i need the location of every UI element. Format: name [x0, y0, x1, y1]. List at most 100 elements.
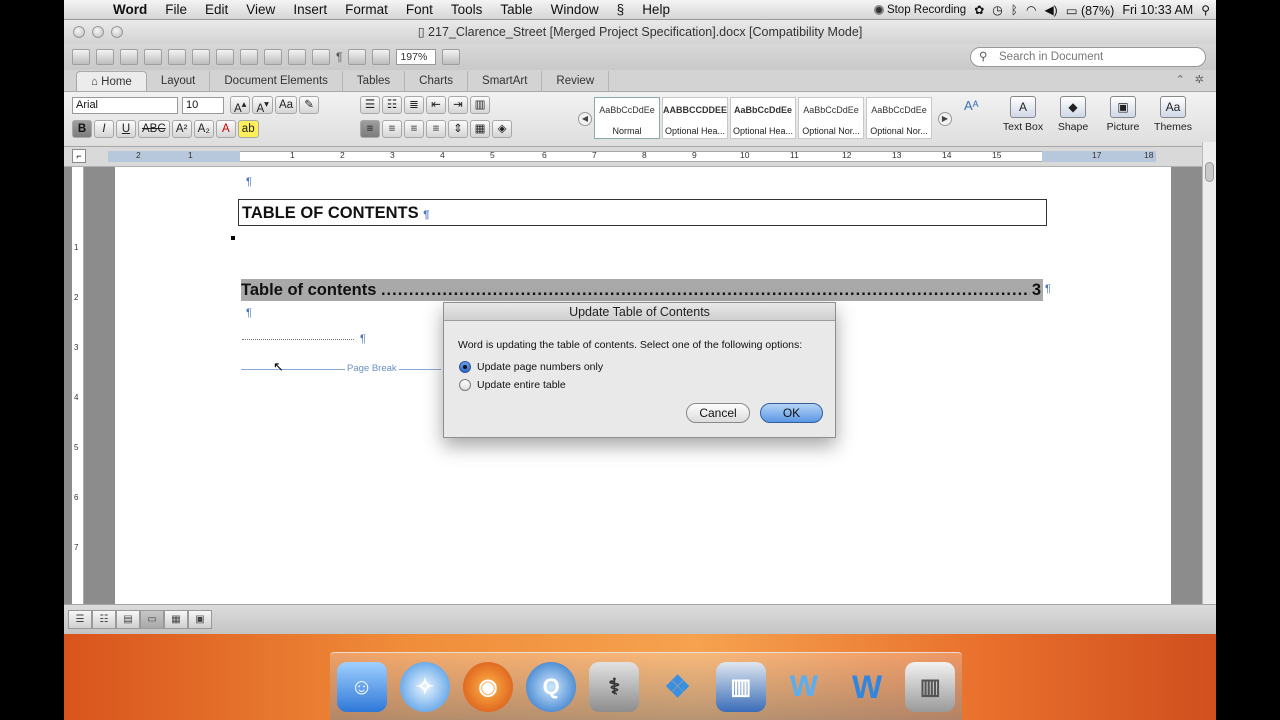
style-optional-normal-1[interactable]: AaBbCcDdEe Optional Nor...: [798, 97, 864, 139]
strikethrough-button[interactable]: ABC: [138, 120, 170, 138]
safari-icon[interactable]: ✧: [399, 662, 450, 712]
styles-next-button[interactable]: ▶: [938, 112, 952, 126]
print-layout-view-button[interactable]: ▭: [140, 610, 164, 629]
firefox-icon[interactable]: ◉: [462, 662, 513, 712]
grow-font-button[interactable]: A▴: [230, 96, 251, 115]
tab-tables[interactable]: Tables: [343, 71, 406, 91]
minimize-button[interactable]: [92, 26, 104, 38]
clear-formatting-button[interactable]: ✎: [299, 96, 320, 114]
radio-unselected[interactable]: [459, 379, 471, 391]
option-update-page-numbers[interactable]: Update page numbers only: [459, 361, 603, 373]
borders-button[interactable]: ▦: [470, 120, 490, 138]
print-icon[interactable]: [168, 49, 186, 65]
tab-smartart[interactable]: SmartArt: [468, 71, 543, 91]
scrollbar-thumb[interactable]: [1205, 162, 1214, 182]
sidebar-icon[interactable]: [348, 49, 367, 65]
wifi-icon[interactable]: ◠: [1026, 3, 1036, 17]
styles-prev-button[interactable]: ◀: [578, 112, 592, 126]
font-color-button[interactable]: A: [215, 120, 236, 138]
horizontal-ruler[interactable]: ⌐ 2 1 1 2 3 4 5 6 7 8 9 10 11 12 13 14 1…: [64, 147, 1216, 167]
format-painter-icon[interactable]: [264, 49, 282, 65]
save-icon[interactable]: [144, 49, 162, 65]
style-normal[interactable]: AaBbCcDdEe Normal: [594, 97, 660, 139]
search-input[interactable]: ⚲ Search in Document: [970, 47, 1206, 67]
toc-entry[interactable]: Table of contents ......................…: [241, 279, 1043, 301]
ok-button[interactable]: OK: [760, 403, 823, 423]
disk-utility-icon[interactable]: ⚕: [589, 662, 640, 712]
menu-view[interactable]: View: [237, 2, 284, 17]
collapse-ribbon-icon[interactable]: ⌃: [1176, 73, 1185, 86]
style-optional-heading-1[interactable]: AABBCCDDEE Optional Hea...: [662, 97, 728, 139]
align-center-button[interactable]: ≡: [382, 120, 402, 138]
menu-extra-icon[interactable]: ✿: [974, 3, 984, 17]
time-machine-icon[interactable]: ◷: [992, 3, 1002, 17]
text-styles-icon[interactable]: Aᴬ: [964, 98, 979, 113]
picture-button[interactable]: ▣ Picture: [1100, 96, 1146, 133]
tab-selector-icon[interactable]: ⌐: [72, 149, 86, 163]
quicktime-icon[interactable]: Q: [526, 662, 577, 712]
increase-indent-button[interactable]: ⇥: [448, 96, 468, 114]
menu-insert[interactable]: Insert: [284, 2, 336, 17]
option-update-entire-table[interactable]: Update entire table: [459, 379, 566, 391]
italic-button[interactable]: I: [94, 120, 114, 138]
menu-table[interactable]: Table: [491, 2, 541, 17]
help-icon[interactable]: [442, 49, 461, 65]
highlight-button[interactable]: ab: [237, 120, 259, 138]
battery-status[interactable]: ▭ (87%): [1066, 3, 1115, 18]
style-optional-heading-2[interactable]: AaBbCcDdEe Optional Hea...: [730, 97, 796, 139]
shading-button[interactable]: ◈: [492, 120, 512, 138]
font-name-select[interactable]: Arial: [72, 97, 178, 114]
radio-selected[interactable]: [459, 361, 471, 373]
justify-button[interactable]: ≡: [426, 120, 446, 138]
font-size-select[interactable]: 10: [182, 97, 224, 114]
dropbox-icon[interactable]: ❖: [653, 662, 703, 712]
word-icon[interactable]: W: [842, 662, 892, 712]
cut-icon[interactable]: [192, 49, 210, 65]
zoom-field[interactable]: 197%: [396, 49, 437, 65]
style-optional-normal-2[interactable]: AaBbCcDdEe Optional Nor...: [866, 97, 932, 139]
spotlight-icon[interactable]: ⚲: [1201, 3, 1210, 17]
menu-file[interactable]: File: [156, 2, 196, 17]
vertical-scrollbar[interactable]: [1202, 142, 1216, 634]
menu-tools[interactable]: Tools: [442, 2, 492, 17]
columns-button[interactable]: ▥: [470, 96, 490, 114]
tab-charts[interactable]: Charts: [405, 71, 469, 91]
toaster-icon[interactable]: ▥: [715, 662, 766, 712]
draft-view-button[interactable]: ☰: [68, 610, 92, 629]
tab-home[interactable]: ⌂ Home: [76, 71, 147, 91]
align-right-button[interactable]: ≡: [404, 120, 424, 138]
tab-layout[interactable]: Layout: [147, 71, 211, 91]
clock[interactable]: Fri 10:33 AM: [1122, 3, 1193, 17]
menu-format[interactable]: Format: [336, 2, 397, 17]
publishing-view-button[interactable]: ▤: [116, 610, 140, 629]
tab-review[interactable]: Review: [542, 71, 610, 91]
shape-button[interactable]: ◆ Shape: [1050, 96, 1096, 133]
underline-button[interactable]: U: [116, 120, 136, 138]
cancel-button[interactable]: Cancel: [686, 403, 750, 423]
open-icon[interactable]: [120, 49, 138, 65]
themes-button[interactable]: Aa Themes: [1150, 96, 1196, 133]
change-case-button[interactable]: Aa: [274, 96, 298, 114]
full-screen-view-button[interactable]: ▣: [188, 610, 212, 629]
redo-icon[interactable]: [312, 49, 330, 65]
menu-edit[interactable]: Edit: [196, 2, 237, 17]
copy-icon[interactable]: [216, 49, 234, 65]
finder-icon[interactable]: ☺: [336, 662, 387, 712]
toolbox-icon[interactable]: [372, 49, 391, 65]
numbering-button[interactable]: ☷: [382, 96, 402, 114]
menu-window[interactable]: Window: [542, 2, 608, 17]
toc-heading-box[interactable]: TABLE OF CONTENTS ¶: [238, 199, 1047, 226]
shrink-font-button[interactable]: A▾: [252, 96, 273, 115]
decrease-indent-button[interactable]: ⇤: [426, 96, 446, 114]
superscript-button[interactable]: A²: [171, 120, 192, 138]
vertical-ruler[interactable]: 1 2 3 4 5 6 7: [72, 167, 84, 604]
menu-help[interactable]: Help: [633, 2, 679, 17]
bluetooth-icon[interactable]: ᛒ: [1011, 3, 1018, 17]
stop-recording-button[interactable]: Stop Recording: [873, 4, 966, 16]
script-menu-icon[interactable]: §: [608, 2, 634, 17]
subscript-button[interactable]: A₂: [193, 120, 214, 138]
bullets-button[interactable]: ☰: [360, 96, 380, 114]
notebook-view-button[interactable]: ▦: [164, 610, 188, 629]
show-formatting-icon[interactable]: ¶: [336, 50, 342, 64]
close-button[interactable]: [73, 26, 85, 38]
